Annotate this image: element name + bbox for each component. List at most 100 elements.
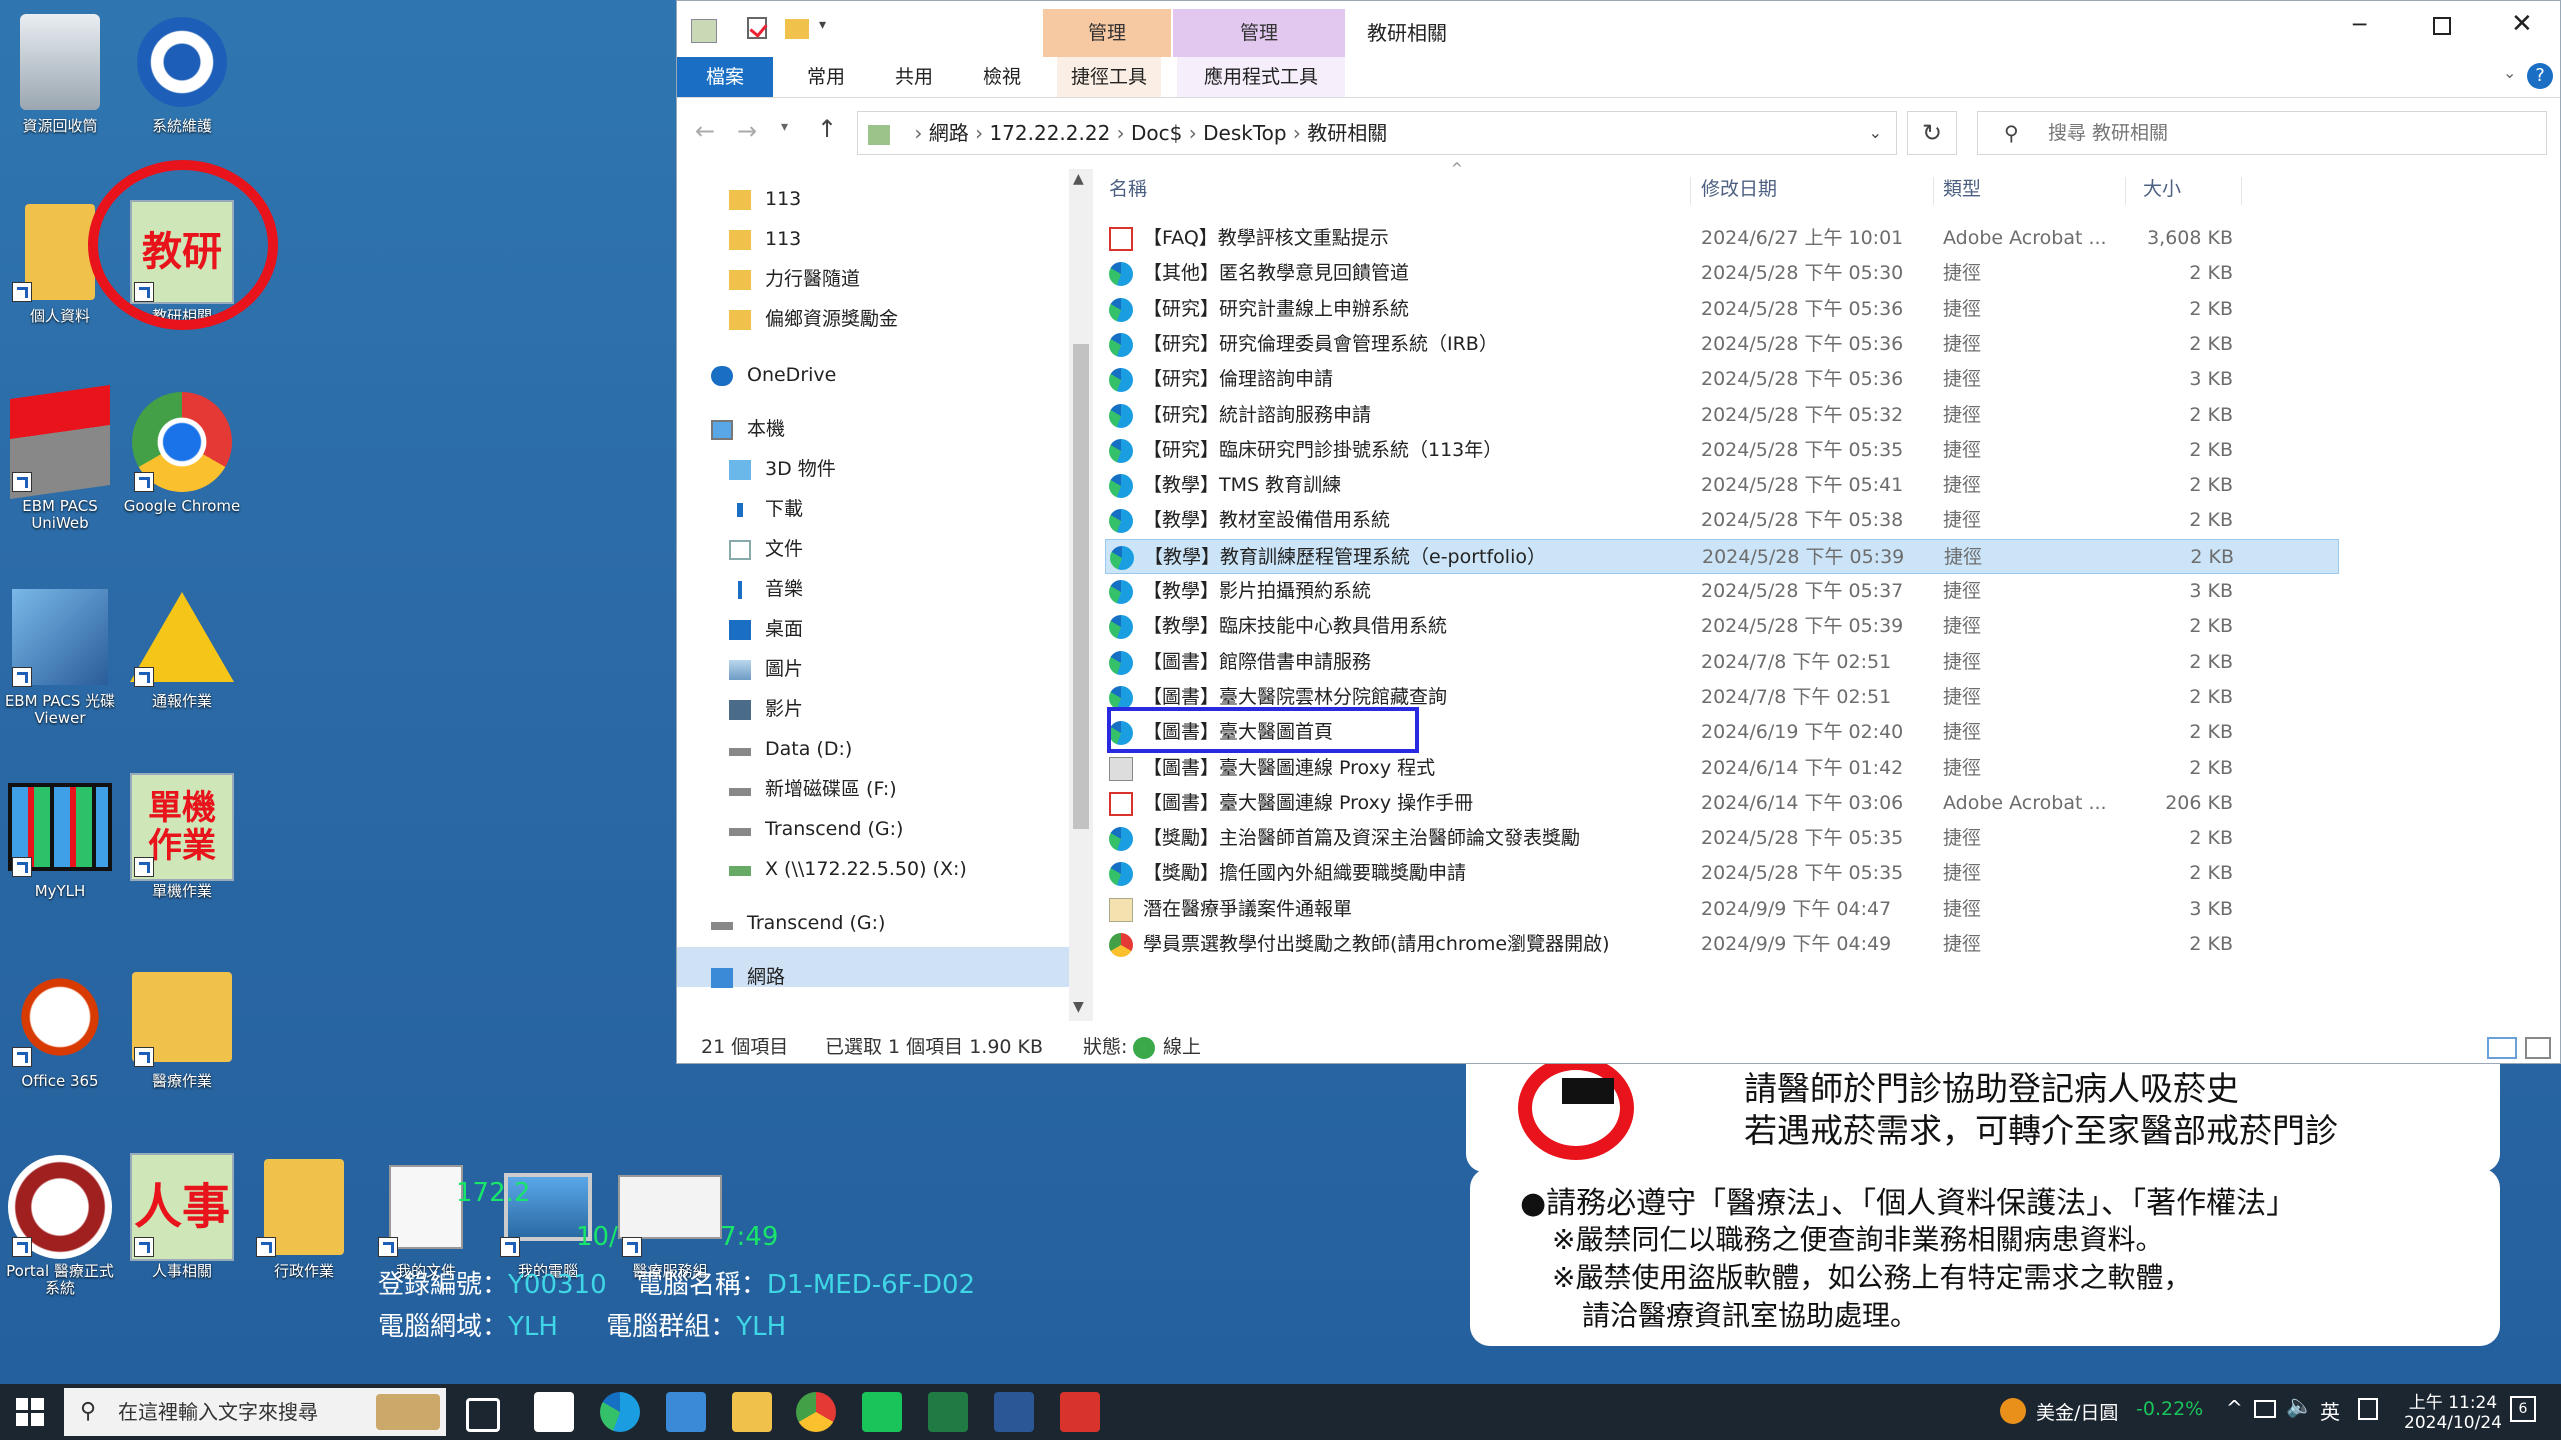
tab-file[interactable]: 檔案 [677, 57, 773, 97]
address-bar[interactable]: › 網路 › 172.22.2.22 › Doc$ › DeskTop › 教研… [857, 111, 1897, 155]
column-name[interactable]: 名稱 [1109, 169, 1147, 209]
word-icon[interactable] [994, 1392, 1034, 1432]
desktop-icon-14[interactable]: 行政作業 [244, 1155, 364, 1280]
desktop-icon-7[interactable]: 通報作業 [122, 585, 242, 710]
breadcrumb-item[interactable]: Doc$ [1131, 121, 1182, 145]
breadcrumb-separator-icon[interactable]: › [1110, 121, 1131, 145]
file-row[interactable]: 【圖書】館際借書申請服務 2024/7/8 下午 02:51 捷徑 2 KB [1105, 645, 2339, 680]
scroll-up-arrow[interactable]: ▲ [1073, 171, 1084, 187]
breadcrumb-separator-icon[interactable]: › [1287, 121, 1308, 145]
file-row[interactable]: 【教學】教材室設備借用系統 2024/5/28 下午 05:38 捷徑 2 KB [1105, 503, 2339, 538]
manage-app-tab[interactable]: 管理 [1173, 9, 1345, 57]
desktop-icon-16[interactable]: 我的電腦 [488, 1155, 608, 1280]
breadcrumb-item[interactable]: 172.22.2.22 [989, 121, 1110, 145]
breadcrumb-separator-icon[interactable]: › [969, 121, 990, 145]
nav-item[interactable]: 113 [729, 221, 801, 257]
column-type[interactable]: 類型 [1943, 169, 1981, 209]
file-row[interactable]: 【研究】臨床研究門診掛號系統（113年） 2024/5/28 下午 05:35 捷徑… [1105, 433, 2339, 468]
desktop-icon-15[interactable]: 我的文件 [366, 1155, 486, 1280]
tab-share[interactable]: 共用 [873, 57, 955, 97]
file-explorer-window[interactable]: ▾ 管理 管理 教研相關 ─ ✕ 檔案 常用 共用 檢視 捷徑工具 應用程式工具… [676, 0, 2561, 1064]
excel-icon[interactable] [928, 1392, 968, 1432]
desktop-icon-10[interactable]: Office 365 [0, 965, 120, 1090]
forward-button[interactable]: → [737, 117, 757, 145]
edge-icon[interactable] [600, 1392, 640, 1432]
file-row[interactable]: 【圖書】臺大醫圖連線 Proxy 操作手冊 2024/6/14 下午 03:06 A… [1105, 786, 2339, 821]
close-button[interactable]: ✕ [2511, 9, 2533, 39]
file-row[interactable]: 【其他】匿名教學意見回饋管道 2024/5/28 下午 05:30 捷徑 2 KB [1105, 256, 2339, 291]
tab-home[interactable]: 常用 [785, 57, 867, 97]
windows-start-icon[interactable] [16, 1398, 44, 1426]
file-row[interactable]: 【圖書】臺大醫圖連線 Proxy 程式 2024/6/14 下午 01:42 捷徑 2… [1105, 751, 2339, 786]
ime-pad-icon[interactable] [2358, 1398, 2378, 1420]
nav-item[interactable]: 113 [729, 181, 801, 217]
acrobat-icon[interactable] [1060, 1392, 1100, 1432]
desktop-icon-1[interactable]: 系統維護 [122, 10, 242, 135]
breadcrumb-item[interactable]: 網路 [929, 121, 969, 145]
column-size[interactable]: 大小 [2143, 169, 2181, 209]
nav-item[interactable]: Transcend (G:) [729, 811, 903, 847]
nav-item[interactable]: 圖片 [729, 651, 803, 687]
volume-icon[interactable]: 🔈 [2286, 1394, 2313, 1419]
nav-scrollbar[interactable]: ▲ ▼ [1069, 169, 1093, 1021]
file-row[interactable]: 【研究】倫理諮詢申請 2024/5/28 下午 05:36 捷徑 3 KB [1105, 362, 2339, 397]
desktop-icon-4[interactable]: EBM PACS UniWeb [0, 384, 120, 532]
nav-item[interactable]: 本機 [711, 411, 785, 447]
file-row[interactable]: 【教學】影片拍攝預約系統 2024/5/28 下午 05:37 捷徑 3 KB [1105, 574, 2339, 609]
nav-item[interactable]: 音樂 [729, 571, 803, 607]
file-explorer-icon[interactable] [732, 1392, 772, 1432]
desktop-icon-6[interactable]: EBM PACS 光碟 Viewer [0, 585, 120, 727]
breadcrumb-separator-icon[interactable]: › [1182, 121, 1203, 145]
desktop-icon-0[interactable]: 資源回收筒 [0, 10, 120, 135]
file-row[interactable]: 【教學】TMS 教育訓練 2024/5/28 下午 05:41 捷徑 2 KB [1105, 468, 2339, 503]
mail-icon[interactable] [666, 1392, 706, 1432]
desktop-icon-8[interactable]: MyYLH [0, 775, 120, 900]
breadcrumb-root-separator-icon[interactable]: › [914, 121, 928, 145]
nav-item[interactable]: 力行醫隨道 [729, 261, 860, 297]
breadcrumb-item[interactable]: DeskTop [1203, 121, 1286, 145]
file-row[interactable]: 【教學】教育訓練歷程管理系統（e-portfolio） 2024/5/28 下午 … [1105, 538, 2339, 574]
desktop-icon-5[interactable]: Google Chrome [122, 390, 242, 515]
file-row[interactable]: 【研究】研究倫理委員會管理系統（IRB） 2024/5/28 下午 05:36 捷徑… [1105, 327, 2339, 362]
line-icon[interactable] [862, 1392, 902, 1432]
minimize-button[interactable]: ─ [2353, 13, 2366, 38]
column-date[interactable]: 修改日期 [1701, 169, 1777, 209]
desktop-icon-11[interactable]: 醫療作業 [122, 965, 242, 1090]
scroll-thumb[interactable] [1073, 344, 1089, 829]
recent-dropdown-icon[interactable]: ▾ [781, 119, 788, 135]
nav-item[interactable]: 桌面 [729, 611, 803, 647]
stock-widget-icon[interactable] [2000, 1398, 2026, 1424]
nav-item[interactable]: Data (D:) [729, 731, 852, 767]
chrome-icon[interactable] [796, 1392, 836, 1432]
search-box[interactable]: ⚲ 搜尋 教研相關 [1977, 111, 2547, 155]
nav-item[interactable]: X (\\172.22.5.50) (X:) [729, 851, 967, 887]
tab-app-tools[interactable]: 應用程式工具 [1177, 57, 1345, 97]
tray-expand-icon[interactable]: ^ [2226, 1396, 2243, 1420]
help-icon[interactable]: ? [2527, 63, 2553, 89]
desktop-icon-9[interactable]: 單機作業 單機作業 [122, 773, 242, 900]
nav-item[interactable]: Transcend (G:) [711, 905, 885, 941]
title-bar[interactable]: ▾ 管理 管理 教研相關 ─ ✕ [677, 1, 2560, 57]
manage-shortcut-tab[interactable]: 管理 [1043, 9, 1171, 57]
nav-item[interactable]: OneDrive [711, 357, 836, 393]
clock[interactable]: 上午 11:24 2024/10/24 [2398, 1388, 2508, 1433]
scroll-down-arrow[interactable]: ▼ [1073, 999, 1084, 1015]
taskbar-search[interactable]: ⚲ 在這裡輸入文字來搜尋 [64, 1388, 446, 1436]
details-view-icon[interactable] [2487, 1037, 2517, 1059]
file-row[interactable]: 【研究】研究計畫線上申辦系統 2024/5/28 下午 05:36 捷徑 2 KB [1105, 292, 2339, 327]
up-button[interactable]: ↑ [817, 115, 837, 143]
refresh-button[interactable]: ↻ [1907, 111, 1957, 155]
nav-item[interactable]: 下載 [729, 491, 803, 527]
file-row[interactable]: 【獎勵】主治醫師首篇及資深主治醫師論文發表獎勵 2024/5/28 下午 05:3… [1105, 821, 2339, 856]
tab-view[interactable]: 檢視 [961, 57, 1043, 97]
ribbon-expand-icon[interactable]: ⌄ [2503, 63, 2516, 82]
file-row[interactable]: 【研究】統計諮詢服務申請 2024/5/28 下午 05:32 捷徑 2 KB [1105, 398, 2339, 433]
address-dropdown-icon[interactable]: ⌄ [1869, 112, 1882, 154]
tab-shortcut-tools[interactable]: 捷徑工具 [1057, 57, 1161, 97]
back-button[interactable]: ← [695, 117, 715, 145]
new-folder-icon[interactable] [785, 19, 809, 39]
qat-dropdown-icon[interactable]: ▾ [819, 17, 826, 33]
nav-item[interactable]: 偏鄉資源獎勵金 [729, 301, 898, 337]
notification-center-icon[interactable]: 6 [2510, 1396, 2536, 1422]
stock-label[interactable]: 美金/日圓 [2036, 1398, 2118, 1425]
